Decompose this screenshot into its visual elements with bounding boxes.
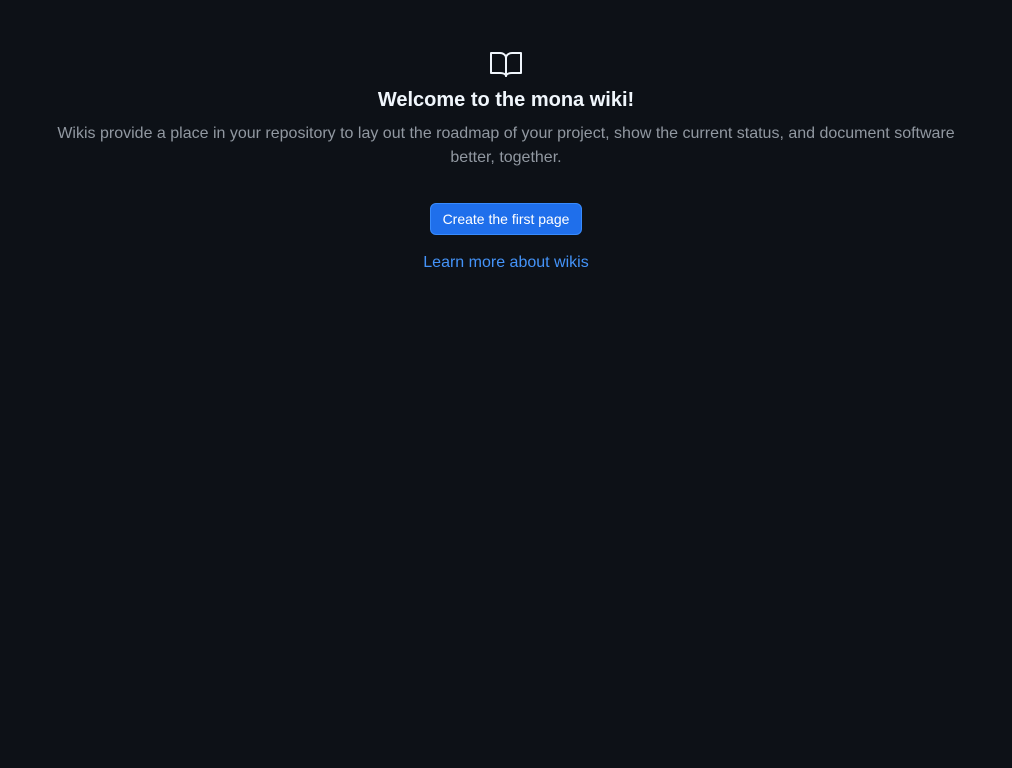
create-first-page-button[interactable]: Create the first page (429, 203, 583, 235)
wiki-blankslate: Welcome to the mona wiki! Wikis provide … (0, 0, 1012, 768)
learn-more-link[interactable]: Learn more about wikis (423, 253, 588, 273)
wiki-description: Wikis provide a place in your repository… (57, 125, 955, 166)
page-title: Welcome to the mona wiki! (377, 89, 635, 111)
book-icon (489, 50, 523, 78)
learn-more-container: Learn more about wikis (0, 253, 1012, 273)
